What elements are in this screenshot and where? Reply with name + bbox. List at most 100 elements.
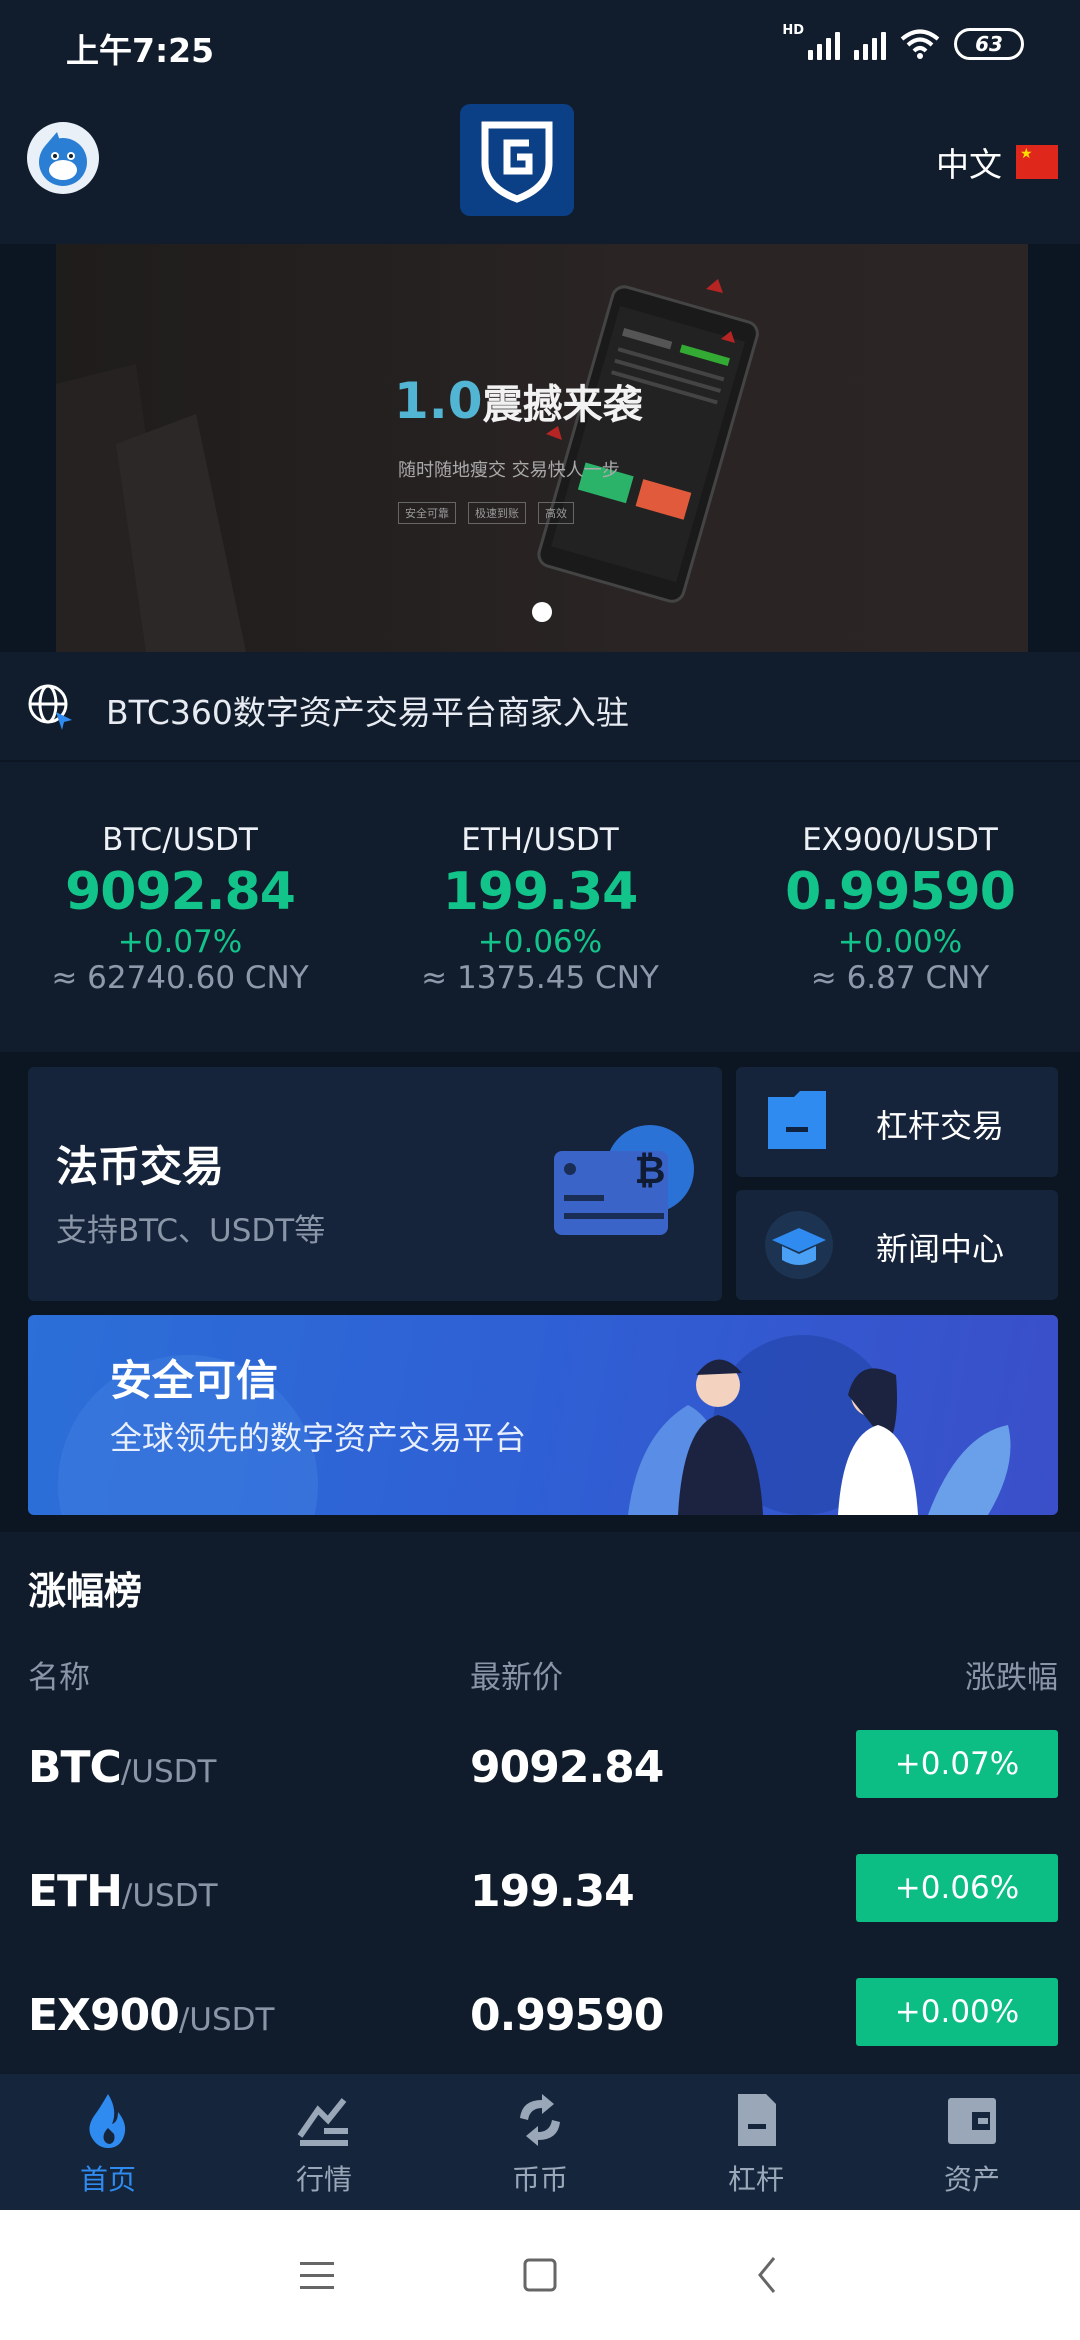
column-header-change: 涨跌幅 <box>965 1660 1058 1696</box>
bottom-nav: 首页 行情 币币 杠杆 资产 <box>0 2074 1080 2210</box>
announcement-text: BTC360数字资产交易平台商家入驻 <box>106 693 629 732</box>
hd-indicator: HD <box>782 22 804 38</box>
gainers-section: 涨幅榜 名称 最新价 涨跌幅 BTC/USDT 9092.84 +0.07% E… <box>0 1532 1080 2074</box>
china-flag-icon <box>1016 145 1058 179</box>
ticker-pair: ETH/USDT <box>461 822 619 858</box>
ticker-card[interactable]: ETH/USDT 199.34 +0.06% ≈ 1375.45 CNY <box>360 762 720 1052</box>
ticker-strip: BTC/USDT 9092.84 +0.07% ≈ 62740.60 CNY E… <box>0 762 1080 1052</box>
gainers-row[interactable]: EX900/USDT 0.99590 +0.00% <box>0 1950 1080 2074</box>
avatar[interactable] <box>27 122 99 194</box>
market-icon <box>297 2098 348 2146</box>
banner-carousel[interactable]: 1.0震撼来袭 随时随地瘦交 交易快人一步 安全可靠 极速到账 高效 <box>0 244 1080 652</box>
nav-exchange[interactable]: 币币 <box>432 2074 648 2210</box>
ticker-cny: ≈ 1375.45 CNY <box>421 960 659 996</box>
banner-title: 1.0震撼来袭 <box>394 372 643 430</box>
nav-label: 币币 <box>511 2163 568 2196</box>
nav-home[interactable]: 首页 <box>0 2074 216 2210</box>
wifi-icon <box>900 29 940 59</box>
ticker-price: 9092.84 <box>65 862 296 922</box>
nav-market[interactable]: 行情 <box>216 2074 432 2210</box>
nav-label: 杠杆 <box>727 2163 784 2196</box>
nav-label: 首页 <box>79 2163 136 2196</box>
row-price: 199.34 <box>470 1866 635 1917</box>
announcement-bar[interactable]: BTC360数字资产交易平台商家入驻 <box>0 652 1080 762</box>
row-change-badge: +0.07% <box>856 1730 1058 1798</box>
globe-icon <box>28 684 72 730</box>
home-square-icon[interactable] <box>515 2250 565 2300</box>
row-symbol: BTC/USDT <box>28 1742 216 1793</box>
menu-icon[interactable] <box>292 2250 342 2300</box>
logo-icon <box>481 121 553 203</box>
banner-slide[interactable]: 1.0震撼来袭 随时随地瘦交 交易快人一步 安全可靠 极速到账 高效 <box>56 244 1028 652</box>
banner-decoration <box>56 279 759 652</box>
carousel-indicator[interactable] <box>532 602 552 622</box>
trust-banner[interactable]: 安全可信 全球领先的数字资产交易平台 <box>28 1315 1058 1515</box>
back-icon[interactable] <box>744 2250 794 2300</box>
flame-icon <box>89 2094 126 2148</box>
fiat-trade-card[interactable]: 法币交易 支持BTC、USDT等 ₿ <box>28 1067 722 1301</box>
nav-leverage[interactable]: 杠杆 <box>648 2074 864 2210</box>
row-symbol: ETH/USDT <box>28 1866 218 1917</box>
news-label: 新闻中心 <box>876 1230 1005 1268</box>
row-price: 0.99590 <box>470 1990 664 2041</box>
status-icons: HD 63 <box>782 23 1024 60</box>
gainers-row[interactable]: ETH/USDT 199.34 +0.06% <box>0 1826 1080 1950</box>
nav-label: 资产 <box>943 2163 1000 2196</box>
system-nav-bar <box>0 2210 1080 2340</box>
gainers-title: 涨幅榜 <box>28 1569 143 1613</box>
row-base: ETH <box>28 1866 123 1917</box>
row-base: BTC <box>28 1742 122 1793</box>
status-time: 上午7:25 <box>66 31 215 70</box>
wallet-icon <box>948 2098 996 2144</box>
banner-tag: 安全可靠 <box>398 502 456 524</box>
ticker-pair: BTC/USDT <box>102 822 258 858</box>
banner-subtitle: 随时随地瘦交 交易快人一步 <box>398 460 620 481</box>
folder-icon <box>768 1091 826 1149</box>
bitcoin-card-icon: ₿ <box>554 1125 694 1235</box>
ticker-change: +0.00% <box>837 924 963 960</box>
feature-area: 法币交易 支持BTC、USDT等 ₿ 杠杆交易 新闻中心 安全可信 全球领先的数… <box>0 1052 1080 1532</box>
column-header-price: 最新价 <box>470 1660 563 1696</box>
ticker-pair: EX900/USDT <box>802 822 998 858</box>
fiat-title: 法币交易 <box>56 1142 225 1191</box>
mascot-icon <box>39 132 87 186</box>
signal-icon <box>808 28 840 60</box>
row-base: EX900 <box>28 1990 180 2041</box>
nav-assets[interactable]: 资产 <box>864 2074 1080 2210</box>
trust-title: 安全可信 <box>110 1356 279 1405</box>
language-label: 中文 <box>936 145 1002 184</box>
row-quote: /USDT <box>178 2002 275 2038</box>
svg-text:₿: ₿ <box>635 1148 666 1192</box>
graduation-cap-icon <box>765 1211 833 1279</box>
row-change-badge: +0.06% <box>856 1854 1058 1922</box>
fiat-subtitle: 支持BTC、USDT等 <box>56 1213 326 1249</box>
row-quote: /USDT <box>121 1878 218 1914</box>
leverage-trade-card[interactable]: 杠杆交易 <box>736 1067 1058 1177</box>
language-switcher[interactable]: 中文 <box>936 138 1058 186</box>
document-icon <box>738 2094 776 2146</box>
banner-tag: 高效 <box>538 502 574 524</box>
banner-tags: 安全可靠 极速到账 高效 <box>398 502 574 524</box>
nav-label: 行情 <box>295 2163 352 2196</box>
leverage-label: 杠杆交易 <box>876 1107 1005 1145</box>
exchange-icon <box>520 2094 560 2146</box>
news-center-card[interactable]: 新闻中心 <box>736 1190 1058 1300</box>
banner-tag: 极速到账 <box>468 502 526 524</box>
row-quote: /USDT <box>120 1754 217 1790</box>
ticker-card[interactable]: EX900/USDT 0.99590 +0.00% ≈ 6.87 CNY <box>720 762 1080 1052</box>
row-symbol: EX900/USDT <box>28 1990 274 2041</box>
banner-title-text: 震撼来袭 <box>482 382 643 428</box>
row-price: 9092.84 <box>470 1742 664 1793</box>
app-header: 中文 <box>0 96 1080 244</box>
ticker-price: 0.99590 <box>785 862 1016 922</box>
trust-subtitle: 全球领先的数字资产交易平台 <box>110 1419 527 1457</box>
row-change-badge: +0.00% <box>856 1978 1058 2046</box>
column-header-name: 名称 <box>28 1660 90 1696</box>
ticker-change: +0.07% <box>117 924 243 960</box>
ticker-price: 199.34 <box>442 862 639 922</box>
ticker-card[interactable]: BTC/USDT 9092.84 +0.07% ≈ 62740.60 CNY <box>0 762 360 1052</box>
gainers-row[interactable]: BTC/USDT 9092.84 +0.07% <box>0 1702 1080 1826</box>
banner-title-num: 1.0 <box>394 372 483 430</box>
ticker-change: +0.06% <box>477 924 603 960</box>
signal-icon <box>854 28 886 60</box>
